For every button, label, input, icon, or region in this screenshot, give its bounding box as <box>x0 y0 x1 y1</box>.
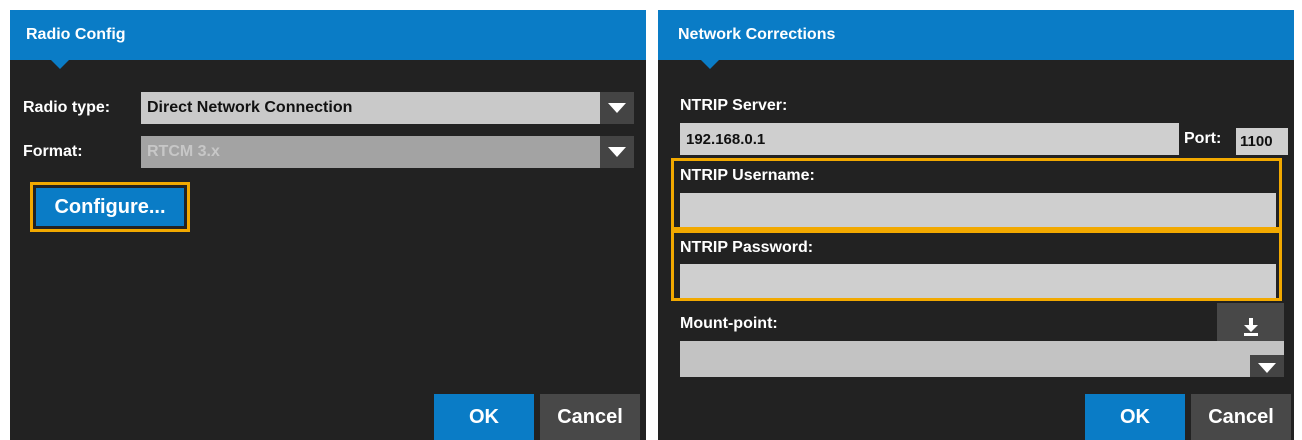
radio-type-dropdown-button[interactable] <box>600 92 634 124</box>
format-dropdown-button[interactable] <box>600 136 634 168</box>
ntrip-server-value: 192.168.0.1 <box>686 130 766 148</box>
port-value: 1100 <box>1240 133 1273 150</box>
ntrip-server-label: NTRIP Server: <box>680 97 788 114</box>
mount-point-dropdown-button[interactable] <box>1250 355 1284 377</box>
chevron-down-icon <box>1258 363 1276 373</box>
format-label: Format: <box>23 143 83 160</box>
network-corrections-header: Network Corrections <box>658 10 1294 60</box>
ntrip-username-input[interactable] <box>680 193 1276 227</box>
ntrip-password-label: NTRIP Password: <box>680 239 814 256</box>
configure-button-label: Configure... <box>54 195 166 218</box>
network-corrections-dialog: Network Corrections NTRIP Server: 192.16… <box>658 10 1294 440</box>
configure-button[interactable]: Configure... <box>36 188 184 226</box>
radio-type-select[interactable]: Direct Network Connection <box>141 92 634 124</box>
ok-button-label: OK <box>469 405 499 428</box>
chevron-down-icon <box>608 103 626 113</box>
format-select[interactable]: RTCM 3.x <box>141 136 634 168</box>
ntrip-username-label: NTRIP Username: <box>680 167 815 184</box>
port-input[interactable]: 1100 <box>1236 128 1288 155</box>
ok-button[interactable]: OK <box>434 394 534 440</box>
ok-button[interactable]: OK <box>1085 394 1185 440</box>
cancel-button-label: Cancel <box>1208 405 1274 428</box>
mount-point-select[interactable] <box>680 341 1284 377</box>
format-value: RTCM 3.x <box>147 143 220 160</box>
download-icon <box>1243 318 1258 336</box>
radio-config-dialog: Radio Config Radio type: Direct Network … <box>10 10 646 440</box>
header-notch <box>51 60 69 69</box>
cancel-button[interactable]: Cancel <box>540 394 640 440</box>
ok-button-label: OK <box>1120 405 1150 428</box>
radio-config-header: Radio Config <box>10 10 646 60</box>
network-corrections-title: Network Corrections <box>678 26 836 43</box>
chevron-down-icon <box>608 147 626 157</box>
port-label: Port: <box>1184 130 1222 147</box>
mount-point-label: Mount-point: <box>680 315 778 332</box>
header-notch <box>701 60 719 69</box>
ntrip-password-input[interactable] <box>680 264 1276 298</box>
radio-type-label: Radio type: <box>23 99 111 116</box>
cancel-button[interactable]: Cancel <box>1191 394 1291 440</box>
ntrip-server-input[interactable]: 192.168.0.1 <box>680 123 1179 155</box>
radio-type-value: Direct Network Connection <box>147 99 353 116</box>
cancel-button-label: Cancel <box>557 405 623 428</box>
radio-config-title: Radio Config <box>26 26 126 43</box>
